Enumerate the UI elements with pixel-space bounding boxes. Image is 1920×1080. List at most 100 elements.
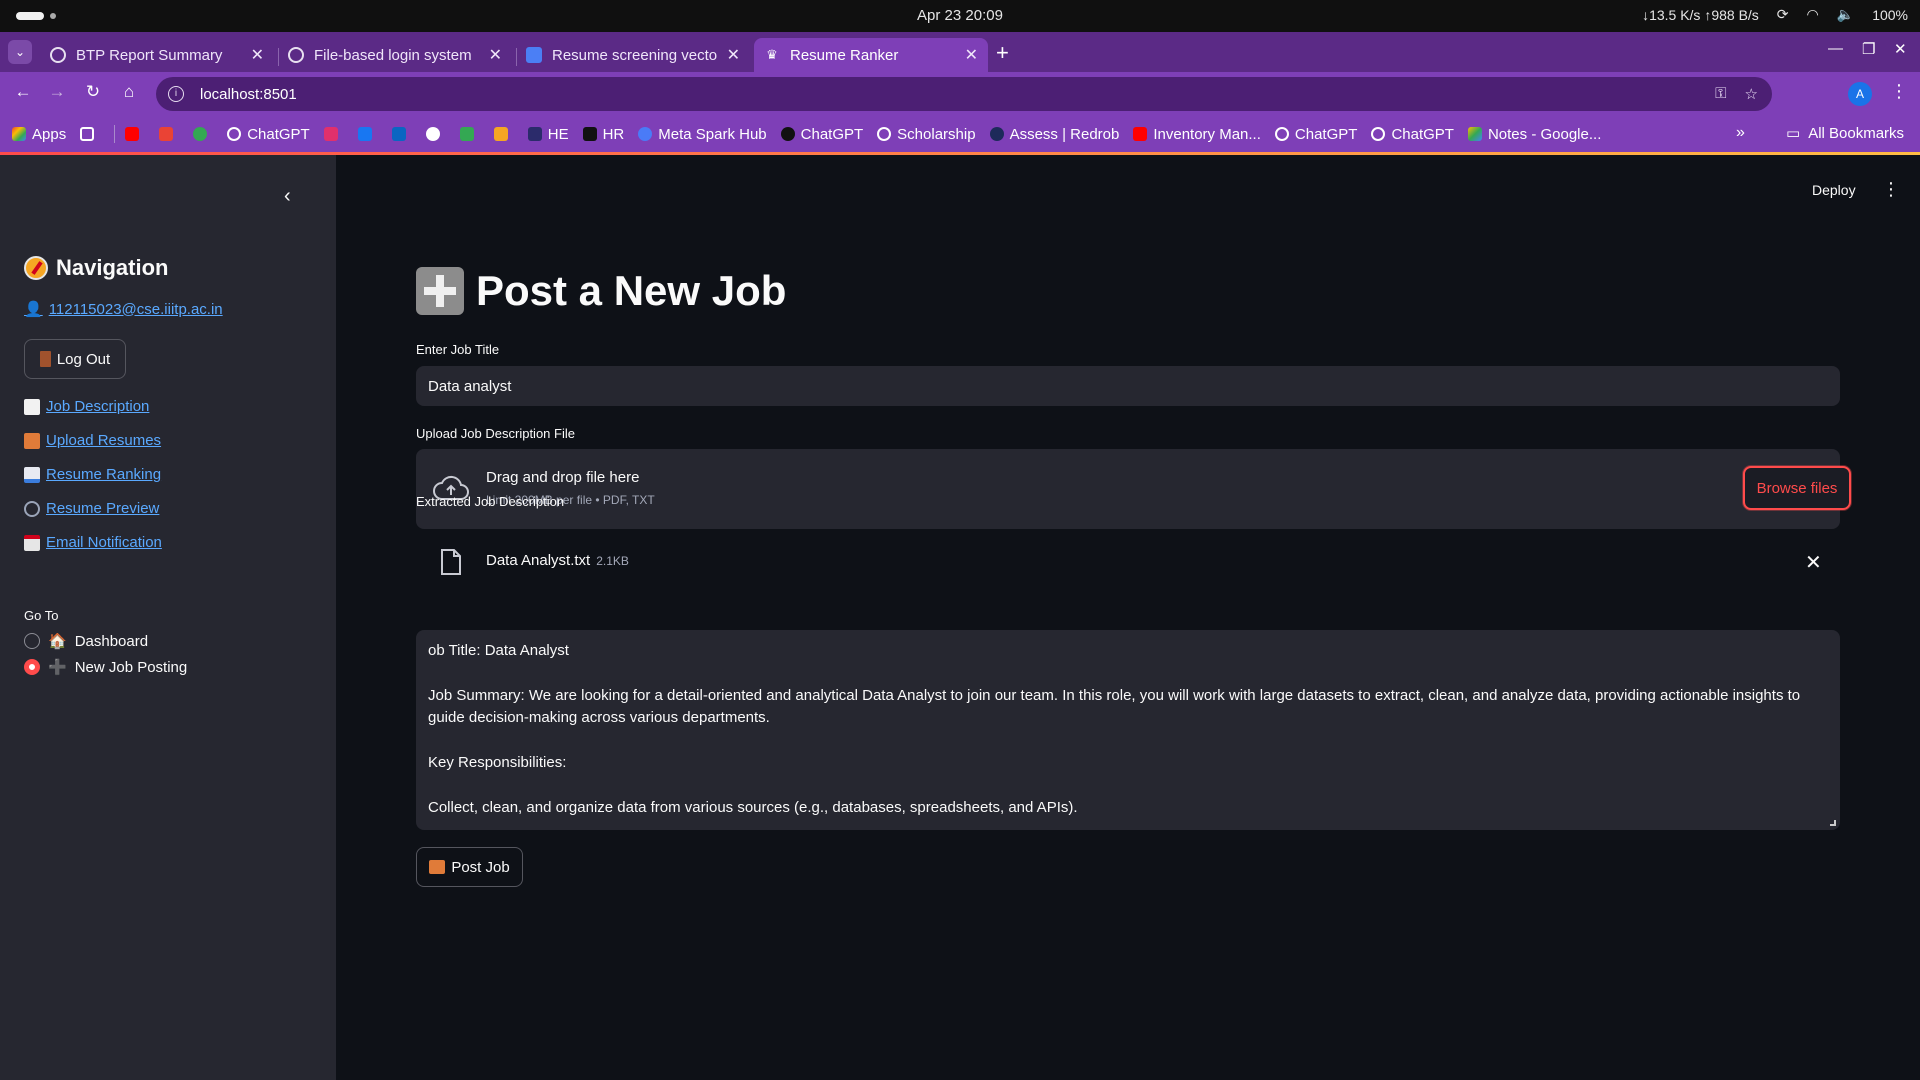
chatgpt-icon xyxy=(288,47,304,63)
resize-handle[interactable] xyxy=(1830,820,1836,826)
user-email-link[interactable]: 👤 112115023@cse.iiitp.ac.in xyxy=(24,300,223,319)
outbox-tray-icon xyxy=(429,860,446,874)
sidebar-link-resume-preview[interactable]: Resume Preview xyxy=(24,500,159,517)
textarea-line: Job Summary: We are looking for a detail… xyxy=(428,687,1801,726)
bookmark-youtube[interactable] xyxy=(125,127,145,141)
close-icon[interactable]: ✕ xyxy=(251,45,264,65)
bookmark-he[interactable]: HE xyxy=(527,126,569,143)
instagram-icon xyxy=(323,127,338,141)
chatgpt-icon xyxy=(227,127,242,141)
os-status-area[interactable]: ↓13.5 K/s ↑988 B/s ⟳ ◠ 🔈 100% xyxy=(1642,6,1908,23)
sidebar-link-upload-resumes[interactable]: Upload Resumes xyxy=(24,432,161,449)
sidebar-link-email-notification[interactable]: Email Notification xyxy=(24,534,162,551)
sidebar-link-label[interactable]: Upload Resumes xyxy=(46,432,161,449)
new-tab-button[interactable]: + xyxy=(996,40,1009,66)
bookmark-label: HR xyxy=(602,125,625,143)
bookmark-hr[interactable]: HR xyxy=(582,125,625,143)
document-icon xyxy=(526,47,542,63)
user-email-text[interactable]: 112115023@cse.iiitp.ac.in xyxy=(49,301,223,318)
back-icon[interactable]: ← xyxy=(12,82,34,102)
bookmark-chatgpt-1[interactable]: ChatGPT xyxy=(227,126,310,143)
bookmark-redrob[interactable]: Assess | Redrob xyxy=(989,126,1119,143)
tab-search-button[interactable]: ⌄ xyxy=(8,40,32,64)
profile-avatar[interactable]: A xyxy=(1848,82,1872,106)
sidebar-link-resume-ranking[interactable]: Resume Ranking xyxy=(24,466,161,483)
close-icon[interactable]: ✕ xyxy=(965,45,978,65)
bookmark-label: Inventory Man... xyxy=(1153,125,1261,143)
page-title-text: Post a New Job xyxy=(476,267,787,314)
sidebar-link-label[interactable]: Resume Ranking xyxy=(46,466,161,483)
battery-level: 100% xyxy=(1872,6,1908,23)
redrob-icon xyxy=(989,127,1004,141)
radio-button[interactable] xyxy=(24,633,40,649)
password-key-icon[interactable]: ⚿ xyxy=(1715,85,1726,103)
bookmark-tab-groups[interactable] xyxy=(80,127,100,141)
browse-files-button[interactable]: Browse files xyxy=(1743,466,1851,510)
home-icon[interactable]: ⌂ xyxy=(118,82,140,102)
post-job-label: Post Job xyxy=(451,858,510,876)
close-icon[interactable]: ✕ xyxy=(489,45,502,65)
os-clock[interactable]: Apr 23 20:09 xyxy=(0,7,1920,24)
bookmark-facebook[interactable] xyxy=(357,127,378,141)
bookmark-label: ChatGPT xyxy=(1294,125,1358,143)
bookmark-github[interactable] xyxy=(425,127,446,141)
window-close-icon[interactable]: ✕ xyxy=(1894,40,1907,58)
main-menu-icon[interactable]: ⋮ xyxy=(1882,179,1900,200)
page-title: Post a New Job xyxy=(416,267,786,315)
plus-icon xyxy=(416,267,464,315)
collapse-sidebar-icon[interactable]: ‹ xyxy=(284,185,291,208)
bookmark-chatgpt-2[interactable]: ChatGPT xyxy=(780,126,863,143)
bookmark-sheets[interactable] xyxy=(459,127,480,141)
reload-icon[interactable]: ↻ xyxy=(82,82,104,102)
all-bookmarks-button[interactable]: ▭ All Bookmarks xyxy=(1786,124,1904,143)
file-dropzone[interactable]: Drag and drop file here Limit 200MB per … xyxy=(416,449,1851,529)
minimize-icon[interactable]: — xyxy=(1828,40,1843,57)
sidebar-link-label[interactable]: Resume Preview xyxy=(46,500,159,517)
tab-btp-report[interactable]: BTP Report Summary ✕ xyxy=(40,38,274,72)
logout-button[interactable]: Log Out xyxy=(24,339,126,379)
radio-dashboard[interactable]: 🏠 Dashboard xyxy=(24,632,148,650)
more-bookmarks-icon[interactable]: » xyxy=(1736,124,1745,142)
tab-label: BTP Report Summary xyxy=(76,46,223,64)
tab-label: File-based login system xyxy=(314,46,472,64)
restore-icon[interactable]: ❐ xyxy=(1862,40,1875,58)
bookmark-meta-spark[interactable]: Meta Spark Hub xyxy=(638,126,767,143)
bookmark-chatgpt-3[interactable]: ChatGPT xyxy=(1274,125,1358,143)
post-job-button[interactable]: Post Job xyxy=(416,847,523,887)
tab-resume-ranker[interactable]: ♛ Resume Ranker ✕ xyxy=(754,38,988,72)
chatgpt-icon xyxy=(1274,127,1289,141)
job-title-input[interactable] xyxy=(416,366,1840,406)
bookmark-instagram[interactable] xyxy=(323,127,344,141)
github-icon xyxy=(425,127,440,141)
sidebar-link-label[interactable]: Email Notification xyxy=(46,534,162,551)
bookmark-scholarship[interactable]: Scholarship xyxy=(877,126,976,143)
sidebar-link-label[interactable]: Job Description xyxy=(46,398,149,415)
bookmark-gmail[interactable] xyxy=(159,127,179,141)
bookmark-inventory[interactable]: Inventory Man... xyxy=(1133,126,1261,143)
bookmark-codeforces[interactable] xyxy=(493,127,514,141)
bookmark-maps[interactable] xyxy=(193,127,213,141)
tab-resume-screening[interactable]: Resume screening vecto ✕ xyxy=(516,38,750,72)
remove-file-icon[interactable]: ✕ xyxy=(1805,550,1822,575)
sidebar-link-job-description[interactable]: Job Description xyxy=(24,398,149,415)
url-text[interactable]: localhost:8501 xyxy=(200,86,297,103)
deploy-button[interactable]: Deploy xyxy=(1812,182,1856,198)
bookmark-apps[interactable]: Apps xyxy=(12,126,66,143)
sidebar: ‹ Navigation 👤 112115023@cse.iiitp.ac.in… xyxy=(0,155,336,1080)
close-icon[interactable]: ✕ xyxy=(727,45,740,65)
bookmark-notes[interactable]: Notes - Google... xyxy=(1467,126,1601,143)
browser-menu-icon[interactable]: ⋮ xyxy=(1890,81,1908,102)
forward-icon[interactable]: → xyxy=(46,82,68,102)
facebook-icon xyxy=(357,127,372,141)
address-bar[interactable]: i localhost:8501 ⚿ ☆ xyxy=(156,77,1772,111)
bookmark-chatgpt-4[interactable]: ChatGPT xyxy=(1371,126,1454,143)
radio-button[interactable] xyxy=(24,659,40,675)
volume-icon: 🔈 xyxy=(1836,6,1855,22)
tab-file-login[interactable]: File-based login system ✕ xyxy=(278,38,512,72)
bookmark-label: ChatGPT xyxy=(247,125,310,143)
radio-new-job-posting[interactable]: ➕ New Job Posting xyxy=(24,658,187,676)
bookmark-linkedin[interactable] xyxy=(391,127,412,141)
bookmark-star-icon[interactable]: ☆ xyxy=(1745,85,1758,103)
extracted-description-textarea[interactable]: ob Title: Data Analyst Job Summary: We a… xyxy=(416,630,1840,830)
site-info-icon[interactable]: i xyxy=(168,86,184,102)
